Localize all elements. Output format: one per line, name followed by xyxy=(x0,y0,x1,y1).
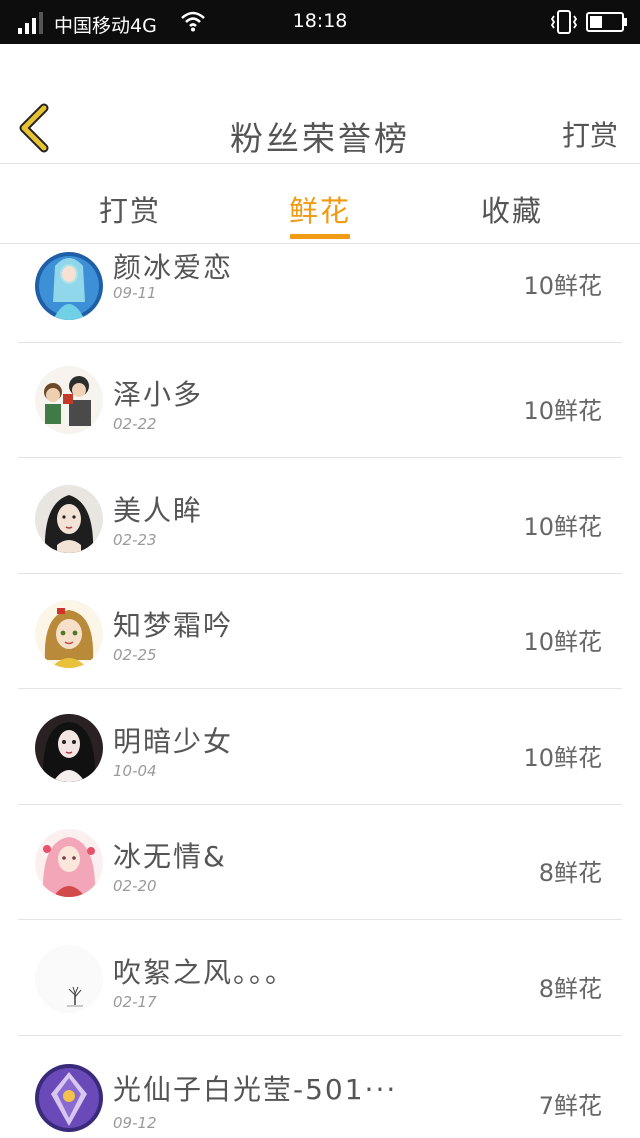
fan-name: 知梦霜吟 xyxy=(113,609,234,642)
fan-name: 吹絮之风。。。 xyxy=(113,956,296,989)
header: 粉丝荣誉榜 打赏 xyxy=(0,44,640,164)
list-item[interactable]: 吹絮之风。。。 02-17 8鲜花 xyxy=(18,921,622,1036)
page-title: 粉丝荣誉榜 xyxy=(230,119,410,158)
list-item[interactable]: 颜冰爱恋 09-11 10鲜花 xyxy=(18,228,622,343)
flower-count: 10鲜花 xyxy=(523,628,602,656)
tab-flowers[interactable]: 鲜花 xyxy=(250,188,390,230)
fan-date: 09-11 xyxy=(113,284,157,302)
avatar-beauty xyxy=(35,485,103,553)
fan-name: 明暗少女 xyxy=(113,725,234,758)
status-bar: 中国移动4G 18:18 xyxy=(0,0,640,44)
tab-favorites[interactable]: 收藏 xyxy=(442,188,582,230)
fan-name: 光仙子白光莹-501··· xyxy=(113,1073,398,1106)
avatar-doll xyxy=(35,714,103,782)
fan-date: 02-23 xyxy=(113,531,157,549)
list-item[interactable]: 明暗少女 10-04 10鲜花 xyxy=(18,690,622,805)
avatar-ice-princess xyxy=(35,252,103,320)
list-item[interactable]: 冰无情& 02-20 8鲜花 xyxy=(18,805,622,920)
fan-date: 02-25 xyxy=(113,646,157,664)
fan-name: 冰无情& xyxy=(113,840,227,873)
avatar-pink-girl xyxy=(35,829,103,897)
status-time: 18:18 xyxy=(292,10,348,32)
battery-icon xyxy=(586,12,627,32)
avatar-anime-girl xyxy=(35,600,103,668)
tab-reward[interactable]: 打赏 xyxy=(60,188,200,230)
list-item[interactable]: 泽小多 02-22 10鲜花 xyxy=(18,343,622,458)
flower-count: 7鲜花 xyxy=(538,1092,602,1120)
fan-name: 美人眸 xyxy=(113,494,204,527)
fan-date: 10-04 xyxy=(113,762,157,780)
flower-count: 8鲜花 xyxy=(538,975,602,1003)
flower-count: 10鲜花 xyxy=(523,513,602,541)
reward-button[interactable]: 打赏 xyxy=(562,114,618,154)
fan-date: 02-22 xyxy=(113,415,157,433)
list-item[interactable]: 光仙子白光莹-501··· 09-12 7鲜花 xyxy=(18,1036,622,1138)
fan-name: 颜冰爱恋 xyxy=(113,251,234,284)
avatar-lone-tree xyxy=(35,945,103,1013)
flower-count: 10鲜花 xyxy=(523,397,602,425)
flower-count: 10鲜花 xyxy=(523,744,602,772)
fan-name: 泽小多 xyxy=(113,378,204,411)
fan-date: 02-17 xyxy=(113,993,157,1011)
avatar-cartoon-pair xyxy=(35,366,103,434)
fan-date: 02-20 xyxy=(113,877,157,895)
vibrate-icon xyxy=(550,10,578,34)
fan-date: 09-12 xyxy=(113,1114,157,1132)
flower-count: 8鲜花 xyxy=(538,859,602,887)
list-item[interactable]: 美人眸 02-23 10鲜花 xyxy=(18,459,622,574)
avatar-crystal xyxy=(35,1064,103,1132)
flower-count: 10鲜花 xyxy=(523,272,602,300)
list-item[interactable]: 知梦霜吟 02-25 10鲜花 xyxy=(18,574,622,689)
